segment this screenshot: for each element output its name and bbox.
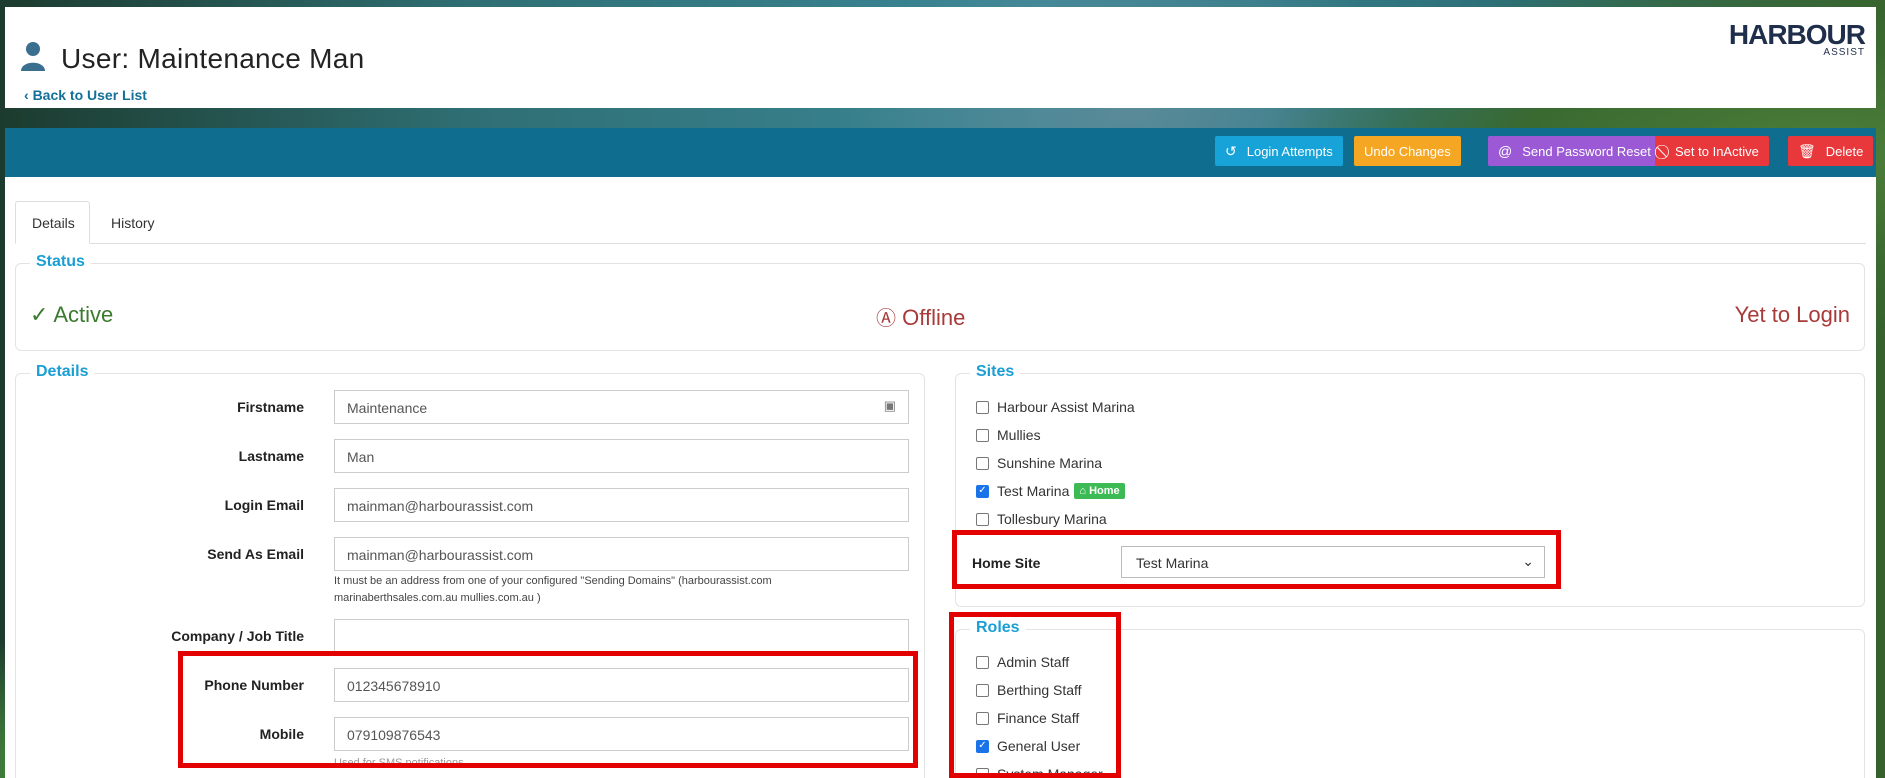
back-to-user-list-link[interactable]: ‹ Back to User List — [24, 87, 147, 103]
highlight-phone-mobile — [178, 651, 918, 768]
highlight-home-site — [952, 530, 1561, 589]
undo-changes-button[interactable]: Undo Changes — [1354, 136, 1461, 166]
firstname-value: Maintenance — [347, 400, 428, 416]
sites-legend: Sites — [970, 363, 1021, 381]
back-link-label: Back to User List — [32, 87, 147, 103]
user-icon — [21, 42, 45, 71]
check-icon: ✓ — [30, 302, 49, 327]
tab-history[interactable]: History — [95, 201, 171, 244]
set-inactive-button[interactable]: ⃠ Set to InActive — [1655, 136, 1769, 166]
status-active-label: Active — [53, 302, 114, 327]
status-legend: Status — [30, 253, 91, 271]
send-as-email-field[interactable]: mainman@harbourassist.com — [334, 537, 909, 571]
tab-bar: Details History — [15, 201, 1866, 244]
chevron-left-icon: ‹ — [24, 87, 33, 103]
company-label: Company / Job Title — [171, 628, 304, 644]
status-active: ✓ Active — [30, 302, 113, 328]
harbour-assist-logo: HARBOUR ASSIST — [1729, 19, 1866, 58]
login-email-label: Login Email — [224, 497, 304, 513]
home-badge-label: Home — [1089, 485, 1120, 497]
history-icon: ↺ — [1225, 142, 1237, 159]
home-icon: ⌂ — [1079, 485, 1087, 497]
lastname-label: Lastname — [238, 448, 304, 464]
firstname-label: Firstname — [237, 399, 304, 415]
login-attempts-label: Login Attempts — [1246, 143, 1333, 159]
company-row: Company / Job Title — [16, 619, 922, 653]
site-label: Mullies — [997, 427, 1041, 443]
site-label: Test Marina — [997, 483, 1070, 499]
checkbox-icon — [976, 428, 989, 442]
highlight-roles — [949, 612, 1121, 778]
delete-button[interactable]: 🗑 Delete — [1788, 136, 1874, 166]
site-checkbox-mullies[interactable]: Mullies — [976, 427, 1041, 443]
send-password-reset-button[interactable]: @ Send Password Reset — [1488, 136, 1661, 166]
lastname-row: Lastname Man — [16, 439, 922, 473]
checkbox-icon — [976, 512, 989, 526]
page-header: User: Maintenance Man ‹ Back to User Lis… — [5, 7, 1876, 108]
site-checkbox-tollesbury-marina[interactable]: Tollesbury Marina — [976, 511, 1107, 527]
status-offline-label: Offline — [902, 305, 966, 330]
set-inactive-label: Set to InActive — [1675, 143, 1759, 159]
site-label: Tollesbury Marina — [997, 511, 1107, 527]
details-legend: Details — [30, 363, 95, 381]
site-checkbox-test-marina[interactable]: ✓ Test Marina ⌂ Home — [976, 483, 1125, 499]
action-toolbar: ↺ Login Attempts Undo Changes @ Send Pas… — [5, 128, 1876, 177]
at-sign-icon: @ — [1498, 143, 1513, 159]
home-badge: ⌂ Home — [1074, 483, 1125, 499]
undo-changes-label: Undo Changes — [1364, 143, 1451, 159]
contact-card-icon: ▣ — [883, 398, 896, 413]
site-checkbox-sunshine-marina[interactable]: Sunshine Marina — [976, 455, 1102, 471]
page-title: User: Maintenance Man — [61, 43, 365, 74]
login-attempts-button[interactable]: ↺ Login Attempts — [1215, 136, 1343, 166]
trash-icon: 🗑 — [1798, 142, 1816, 159]
tab-details[interactable]: Details — [15, 201, 90, 244]
checkbox-icon — [976, 456, 989, 470]
status-offline: Ⓐ Offline — [876, 302, 965, 331]
app-icon: Ⓐ — [876, 308, 896, 330]
firstname-row: Firstname Maintenance ▣ — [16, 390, 922, 424]
login-email-row: Login Email mainman@harbourassist.com — [16, 488, 922, 522]
firstname-field[interactable]: Maintenance ▣ — [334, 390, 909, 424]
site-checkbox-harbour-assist-marina[interactable]: Harbour Assist Marina — [976, 399, 1135, 415]
checkbox-icon — [976, 400, 989, 414]
send-password-reset-label: Send Password Reset — [1522, 143, 1651, 159]
lastname-field[interactable]: Man — [334, 439, 909, 473]
send-as-email-help: It must be an address from one of your c… — [334, 575, 772, 604]
tab-details-label: Details — [32, 214, 75, 231]
site-label: Harbour Assist Marina — [997, 399, 1135, 415]
send-as-email-row: Send As Email mainman@harbourassist.com — [16, 537, 922, 571]
login-email-field[interactable]: mainman@harbourassist.com — [334, 488, 909, 522]
status-section: Status ✓ Active Ⓐ Offline Yet to Login — [15, 253, 1865, 351]
status-login: Yet to Login — [1734, 302, 1850, 327]
tab-history-label: History — [111, 214, 155, 231]
send-as-email-label: Send As Email — [207, 546, 304, 562]
site-label: Sunshine Marina — [997, 455, 1103, 471]
delete-label: Delete — [1825, 143, 1864, 159]
checkbox-checked-icon: ✓ — [976, 484, 989, 498]
company-field[interactable] — [334, 619, 909, 653]
